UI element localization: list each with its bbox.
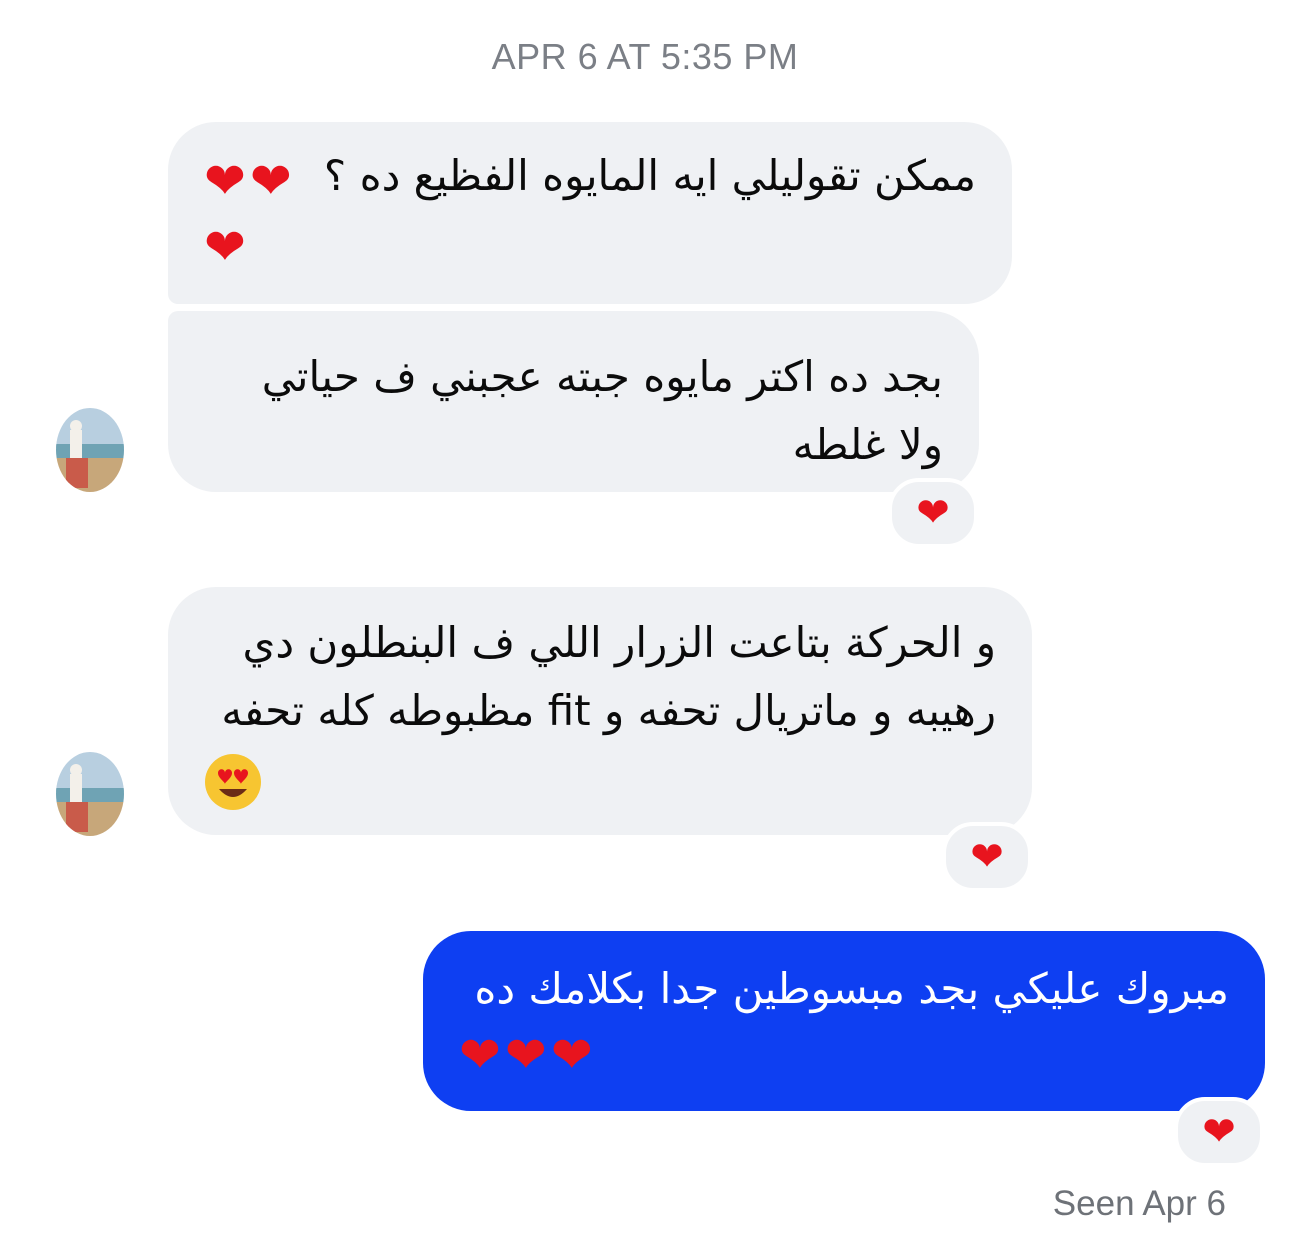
heart-icon: ❤	[550, 1026, 593, 1084]
reaction-heart-badge[interactable]: ❤	[942, 822, 1032, 892]
message-text-line: بجد ده اكتر مايوه جبته عجبني ف حياتي	[261, 352, 943, 401]
heart-icon: ❤	[970, 834, 1004, 880]
hearts-emoji-row: ❤❤ ❤	[204, 148, 334, 280]
incoming-message-bubble[interactable]: ممكن تقوليلي ايه المايوه الفظيع ده ؟ ❤❤ …	[168, 122, 1012, 304]
seen-status: Seen Apr 6	[1052, 1184, 1226, 1223]
message-text-line: ولا غلطه	[792, 420, 943, 469]
reaction-heart-badge[interactable]: ❤	[888, 478, 978, 548]
hearts-emoji-row: ❤❤❤	[459, 1025, 1229, 1085]
heart-icon: ❤	[504, 1026, 547, 1084]
message-text: مبروك عليكي بجد مبسوطين جدا بكلامك ده	[474, 964, 1229, 1013]
incoming-message-bubble[interactable]: بجد ده اكتر مايوه جبته عجبني ف حياتي ولا…	[168, 311, 979, 492]
conversation-timestamp: APR 6 AT 5:35 PM	[491, 36, 799, 77]
message-text-line: رهيبه و ماتريال تحفه و fit مظبوطه كله تح…	[221, 686, 996, 735]
heart-icon: ❤	[249, 152, 292, 210]
outgoing-message-bubble[interactable]: مبروك عليكي بجد مبسوطين جدا بكلامك ده ❤❤…	[423, 931, 1265, 1111]
sender-avatar[interactable]	[56, 408, 124, 492]
reaction-heart-badge[interactable]: ❤	[1174, 1097, 1264, 1167]
heart-icon: ❤	[916, 490, 950, 536]
heart-icon: ❤	[204, 152, 246, 210]
heart-icon: ❤	[204, 218, 246, 276]
heart-eyes-emoji-icon	[205, 753, 261, 810]
incoming-message-bubble[interactable]: و الحركة بتاعت الزرار اللي ف البنطلون دي…	[168, 587, 1032, 835]
heart-icon: ❤	[459, 1026, 501, 1084]
sender-avatar[interactable]	[56, 752, 124, 836]
message-text-line: و الحركة بتاعت الزرار اللي ف البنطلون دي	[242, 618, 996, 667]
heart-icon: ❤	[1202, 1109, 1236, 1155]
